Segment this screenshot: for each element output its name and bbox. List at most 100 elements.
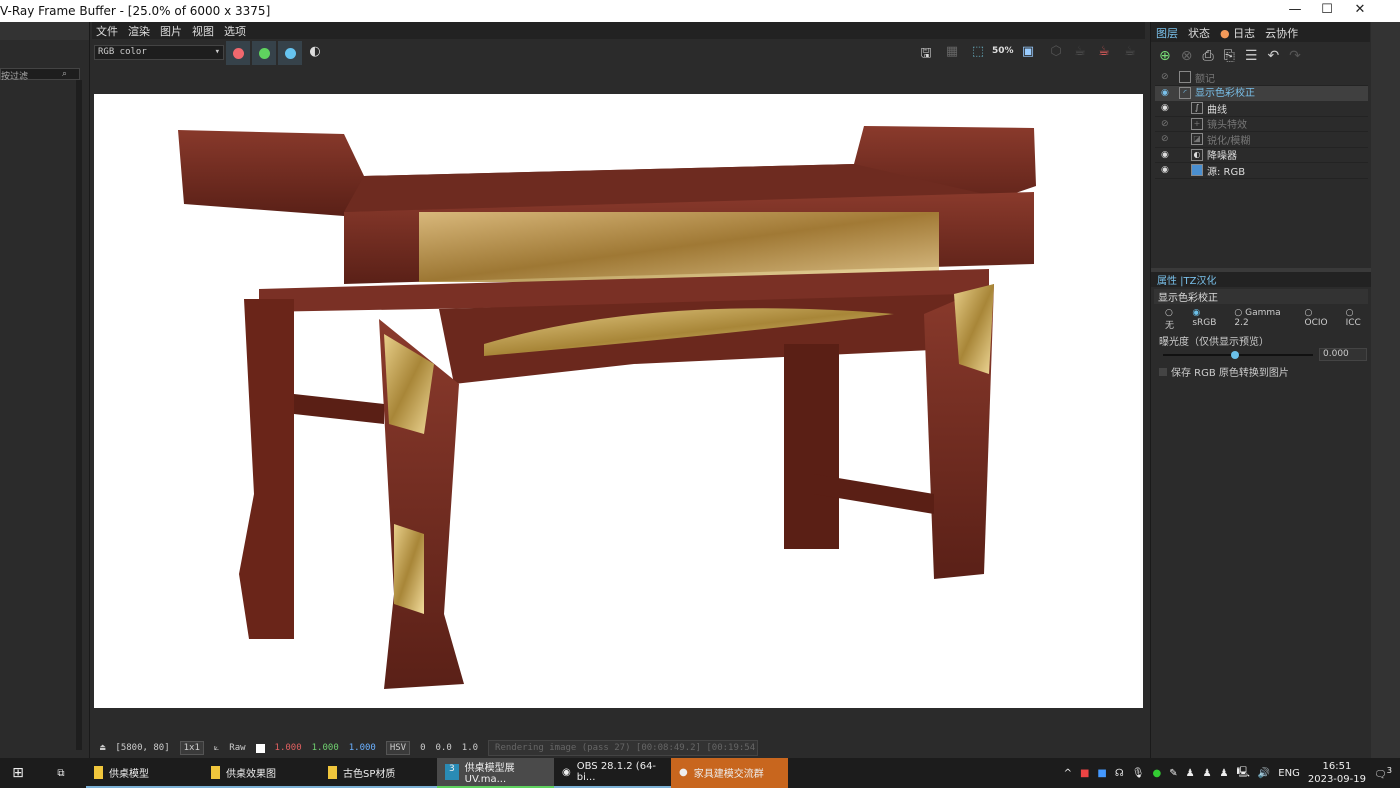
layer-label: 降噪器 — [1207, 151, 1237, 163]
slider-handle[interactable] — [1231, 351, 1239, 359]
render-icon[interactable]: ☕ — [1120, 44, 1140, 62]
windows-start-icon[interactable]: ⊞ — [0, 765, 36, 781]
rendered-image[interactable] — [94, 94, 1143, 708]
tab-log[interactable]: ● 日志 — [1215, 22, 1260, 42]
taskbar-item-flashing[interactable]: ● 家具建模交流群 — [671, 758, 788, 788]
radio-none[interactable]: ○ 无 — [1165, 308, 1184, 331]
layer-item-selected[interactable]: ◉ ◜ 显示色彩校正 — [1155, 85, 1368, 101]
eye-icon[interactable]: ◉ — [1161, 150, 1175, 160]
menu-image[interactable]: 图片 — [160, 23, 182, 39]
menu-bar: 文件 渲染 图片 视图 选项 — [92, 22, 1145, 39]
taskbar-item-active[interactable]: 3 供桌模型展UV.ma... — [437, 758, 554, 788]
save-rgb-checkbox[interactable]: 保存 RGB 原色转换到图片 — [1151, 364, 1371, 379]
tab-cloud[interactable]: 云协作 — [1260, 22, 1303, 42]
blue-channel-button[interactable] — [278, 41, 302, 65]
teapot-icon[interactable]: ☕ — [1070, 44, 1090, 62]
region-select-icon[interactable]: ⬚ — [968, 44, 988, 62]
green-channel-button[interactable] — [252, 41, 276, 65]
taskbar-item[interactable]: 古色SP材质 — [320, 758, 437, 788]
eye-off-icon[interactable]: ⊘ — [1161, 134, 1175, 144]
eye-off-icon[interactable]: ⊘ — [1161, 119, 1175, 129]
undo-icon[interactable]: ↶ — [1267, 48, 1279, 64]
taskbar-label: 供桌效果图 — [226, 768, 276, 780]
taskbar-item[interactable]: 供桌模型 — [86, 758, 203, 788]
layer-item[interactable]: ⊘ + 镜头特效 — [1155, 117, 1368, 132]
checkbox[interactable] — [1159, 368, 1167, 376]
window-icon[interactable]: ▣ — [1018, 44, 1038, 62]
headset-icon[interactable]: ☊ — [1115, 768, 1124, 779]
maximize-button[interactable]: ☐ — [1312, 2, 1342, 17]
list-icon[interactable]: ☰ — [1245, 48, 1258, 64]
layer-item[interactable]: ◉ 源: RGB — [1155, 163, 1368, 179]
language-indicator[interactable]: ENG — [1278, 768, 1300, 779]
minimize-button[interactable]: — — [1280, 2, 1310, 17]
taskbar-item[interactable]: ◉ OBS 28.1.2 (64-bi... — [554, 758, 671, 788]
s-value: 0.0 — [435, 743, 452, 753]
curve-icon[interactable]: ⟀ — [214, 743, 219, 753]
network-icon[interactable]: 🖳 — [1237, 765, 1250, 782]
radio-icc[interactable]: ○ ICC — [1346, 308, 1371, 331]
eye-icon[interactable]: ◉ — [1161, 87, 1175, 100]
menu-view[interactable]: 视图 — [192, 23, 214, 39]
taskbar-item[interactable]: 供桌效果图 — [203, 758, 320, 788]
side-strip — [1371, 22, 1400, 758]
exposure-input[interactable]: 0.000 — [1319, 348, 1367, 361]
radio-srgb[interactable]: ◉ sRGB — [1192, 308, 1226, 331]
tab-status[interactable]: 状态 — [1183, 22, 1215, 42]
qq-icon[interactable]: ♟ — [1220, 768, 1229, 779]
wechat-icon[interactable]: ● — [1152, 768, 1161, 779]
qq-icon[interactable]: ♟ — [1186, 768, 1195, 779]
channel-select[interactable]: RGB color ▾ — [94, 45, 224, 60]
clear-icon[interactable]: ▦ — [942, 44, 962, 62]
save-icon[interactable]: 🖫 — [916, 44, 936, 62]
track-icon[interactable]: ⬡ — [1046, 44, 1066, 62]
delete-layer-icon[interactable]: ⊗ — [1181, 48, 1193, 64]
volume-icon[interactable]: 🔊 — [1258, 768, 1270, 779]
menu-render[interactable]: 渲染 — [128, 23, 150, 39]
tab-layers[interactable]: 图层 — [1151, 22, 1183, 42]
radio-label: ICC — [1345, 318, 1361, 328]
scrollbar[interactable] — [76, 80, 82, 750]
save-layers-icon[interactable]: ⎙ — [1202, 48, 1213, 64]
checkbox-label: 保存 RGB 原色转换到图片 — [1171, 368, 1289, 379]
notification-icon[interactable]: 🗨3 — [1374, 765, 1392, 780]
alpha-icon[interactable]: ◐ — [305, 44, 325, 62]
load-layers-icon[interactable]: ⎘ — [1224, 48, 1235, 64]
red-dot-icon — [232, 47, 244, 59]
clock[interactable]: 16:51 2023-09-19 — [1308, 760, 1366, 786]
tray-app-icon[interactable]: ■ — [1080, 768, 1089, 779]
ratio-select[interactable]: 1x1 — [179, 741, 204, 755]
layer-item[interactable]: ◉ ∫ 曲线 — [1155, 101, 1368, 117]
layer-item[interactable]: ⊘ 额记 — [1155, 70, 1368, 86]
add-layer-icon[interactable]: ⊕ — [1159, 48, 1171, 64]
qq-icon[interactable]: ♟ — [1203, 768, 1212, 779]
tray-expand-icon[interactable]: ^ — [1064, 768, 1072, 779]
h-value: 0 — [420, 743, 426, 753]
tray-app-icon[interactable]: ■ — [1097, 768, 1106, 779]
task-view-icon[interactable]: ⧉ — [36, 768, 86, 779]
zoom-badge[interactable]: 50% — [992, 46, 1014, 64]
eye-icon[interactable]: ◉ — [1161, 103, 1175, 113]
filter-input[interactable]: 按过滤 ⌕ — [0, 68, 80, 82]
microphone-icon[interactable]: 🎙 — [1132, 768, 1145, 779]
color-mode[interactable]: Raw — [229, 743, 245, 753]
tray-app-icon[interactable]: ✎ — [1169, 768, 1177, 779]
radio-gamma[interactable]: ○ Gamma 2.2 — [1234, 308, 1296, 331]
radio-ocio[interactable]: ○ OCIO — [1305, 308, 1338, 331]
blue-value: 1.000 — [348, 743, 376, 753]
menu-options[interactable]: 选项 — [224, 23, 246, 39]
eye-off-icon[interactable]: ⊘ — [1161, 72, 1175, 82]
eye-icon[interactable]: ◉ — [1161, 165, 1175, 175]
stop-render-icon[interactable]: ☕ — [1094, 44, 1114, 62]
menu-file[interactable]: 文件 — [96, 23, 118, 39]
layer-item[interactable]: ⊘ ◪ 锐化/模糊 — [1155, 132, 1368, 148]
exposure-label: 曝光度（仅供显示预览） — [1159, 337, 1269, 348]
layer-label: 显示色彩校正 — [1195, 87, 1255, 99]
redo-icon[interactable]: ↷ — [1289, 48, 1301, 64]
close-button[interactable]: ✕ — [1345, 2, 1375, 17]
color-swatch[interactable] — [255, 743, 265, 753]
layer-item[interactable]: ◉ ◐ 降噪器 — [1155, 148, 1368, 163]
red-channel-button[interactable] — [226, 41, 250, 65]
pixel-info-icon[interactable]: ⏏ — [100, 743, 105, 753]
colorspace-select[interactable]: HSV — [385, 741, 411, 755]
